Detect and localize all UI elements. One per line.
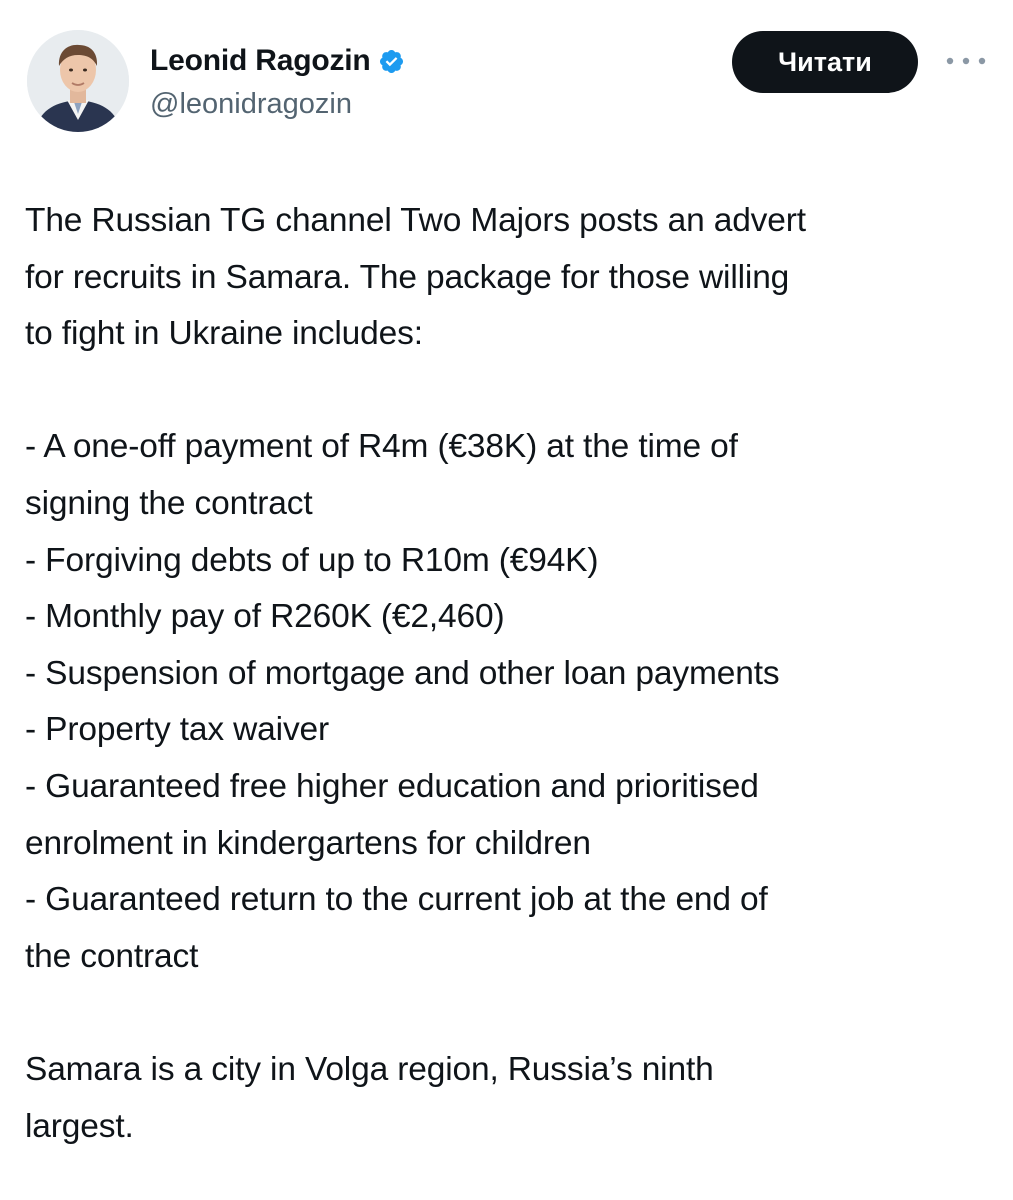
ellipsis-icon: [946, 57, 986, 65]
paragraph-break: [25, 363, 1000, 420]
list-item: - Forgiving debts of up to R10m (€94K): [25, 533, 1000, 590]
tweet-intro-line: for recruits in Samara. The package for …: [25, 258, 790, 296]
list-item-line: - Guaranteed return to the current job a…: [25, 881, 768, 919]
list-item-line: enrolment in kindergartens for children: [25, 824, 591, 862]
follow-button[interactable]: Читати: [732, 31, 918, 93]
list-item-line: - Forgiving debts of up to R10m (€94K): [25, 541, 599, 579]
author-name[interactable]: Leonid Ragozin: [150, 44, 371, 78]
tweet-outro-line: Samara is a city in Volga region, Russia…: [25, 1050, 714, 1088]
tweet-intro-line: The Russian TG channel Two Majors posts …: [25, 202, 806, 239]
list-item: - Suspension of mortgage and other loan …: [25, 646, 1000, 703]
paragraph-break: [25, 985, 1000, 1042]
tweet-header: Leonid Ragozin @leonidragozin Читати: [0, 0, 1013, 150]
author-name-row: Leonid Ragozin: [150, 44, 405, 78]
list-item: - Monthly pay of R260K (€2,460): [25, 589, 1000, 646]
list-item-line: the contract: [25, 937, 199, 975]
list-item: - Guaranteed free higher education and p…: [25, 759, 1000, 872]
tweet-text: The Russian TG channel Two Majors posts …: [25, 193, 1000, 1155]
avatar-portrait: [27, 30, 129, 132]
avatar[interactable]: [27, 30, 129, 132]
list-item: - Property tax waiver: [25, 702, 1000, 759]
list-item: - Guaranteed return to the current job a…: [25, 872, 1000, 985]
list-item-line: - Guaranteed free higher education and p…: [25, 767, 759, 805]
list-item-line: - Property tax waiver: [25, 711, 330, 749]
author-handle[interactable]: @leonidragozin: [150, 88, 352, 121]
verified-badge-icon: [378, 48, 405, 75]
tweet-intro-line: to fight in Ukraine includes:: [25, 315, 423, 353]
list-item-line: signing the contract: [25, 484, 313, 522]
tweet-outro-line: largest.: [25, 1107, 134, 1145]
more-options-button[interactable]: [944, 48, 988, 74]
list-item-line: - Monthly pay of R260K (€2,460): [25, 598, 505, 636]
list-item-line: - Suspension of mortgage and other loan …: [25, 654, 780, 692]
list-item: - A one-off payment of R4m (€38K) at the…: [25, 419, 1000, 532]
list-item-line: - A one-off payment of R4m (€38K) at the…: [25, 428, 738, 466]
